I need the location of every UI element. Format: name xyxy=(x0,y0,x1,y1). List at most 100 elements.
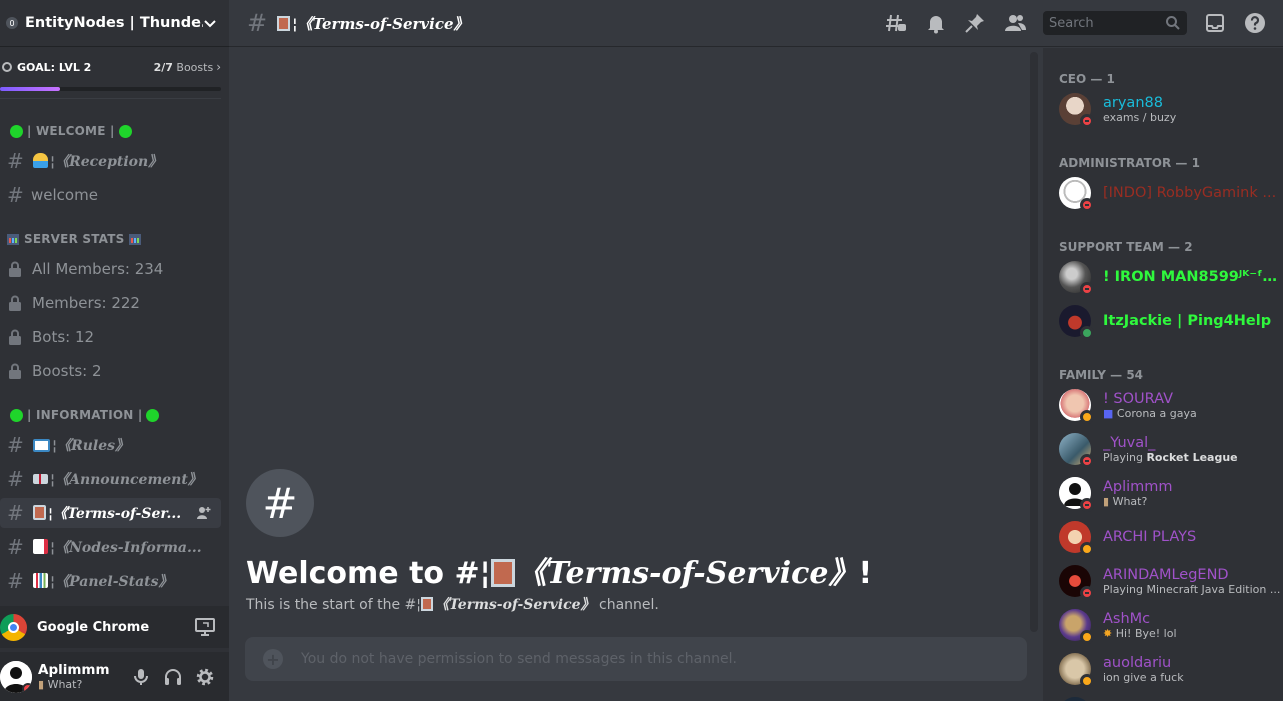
help-icon[interactable] xyxy=(1244,12,1266,34)
member-item[interactable]: aryan88 exams / buzy xyxy=(1059,89,1283,129)
channel-announcement[interactable]: # ¦《Announcement》 xyxy=(0,464,221,494)
page-emoji-icon xyxy=(33,539,48,554)
channel-panel-stats[interactable]: # ¦《Panel-Stats》 xyxy=(0,566,221,596)
category-server-stats[interactable]: SERVER STATS xyxy=(6,232,146,246)
channel-all-members[interactable]: All Members: 234 xyxy=(0,254,221,284)
lock-icon xyxy=(8,261,22,277)
green-circle-icon xyxy=(10,124,23,138)
search-input[interactable]: Search xyxy=(1043,11,1187,35)
channel-terms-of-service[interactable]: # ¦《Terms-of-Ser... xyxy=(0,498,221,528)
hash-icon: # xyxy=(7,501,24,525)
avatar xyxy=(1059,521,1094,556)
member-item[interactable]: [INDO] RobbyGamink ... xyxy=(1059,173,1283,213)
channel-sidebar: 0 EntityNodes | Thunde... GOAL: LVL 2 2/… xyxy=(0,0,229,701)
search-icon xyxy=(1166,16,1180,30)
idle-status-icon xyxy=(1080,542,1094,556)
avatar xyxy=(1059,565,1094,600)
idle-status-icon xyxy=(1080,410,1094,424)
chrome-icon xyxy=(0,613,27,641)
member-item[interactable]: AshMc ✸ Hi! Bye! lol xyxy=(1059,605,1283,645)
gear-icon[interactable] xyxy=(195,667,215,687)
member-item[interactable]: auoldariu ion give a fuck xyxy=(1059,649,1283,689)
avatar xyxy=(1059,177,1094,212)
member-item[interactable]: ! SOURAV ■ Corona a gaya xyxy=(1059,385,1283,425)
bar-chart-icon xyxy=(7,233,19,245)
avatar xyxy=(1059,477,1094,512)
server-header[interactable]: 0 EntityNodes | Thunde... xyxy=(0,0,229,47)
member-item[interactable]: Aplimmm ▮ What? xyxy=(1059,473,1283,513)
member-item[interactable]: ARCHI PLAYS xyxy=(1059,517,1283,557)
channel-boosts[interactable]: Boosts: 2 xyxy=(0,356,221,386)
microphone-icon[interactable] xyxy=(131,667,151,687)
headphones-icon[interactable] xyxy=(163,667,183,687)
pin-icon[interactable] xyxy=(964,12,986,34)
online-status-icon xyxy=(1080,326,1094,340)
scrollbar[interactable] xyxy=(1030,52,1038,632)
channel-welcome[interactable]: # welcome xyxy=(0,180,221,210)
hash-icon: # xyxy=(7,183,24,207)
screen-share-icon[interactable] xyxy=(195,618,215,636)
channel-members[interactable]: Members: 222 xyxy=(0,288,221,318)
member-item[interactable]: ! IRON MAN8599ᴶᴷ⁻ᶠⁿˣ⁷ xyxy=(1059,257,1283,297)
message-area: # Welcome to #¦ 《Terms-of-Service》! This … xyxy=(229,48,1043,701)
dnd-status-icon xyxy=(1080,586,1094,600)
clipboard-emoji-icon xyxy=(490,559,515,587)
bell-icon[interactable] xyxy=(925,12,947,34)
channel-header: # ¦《Terms-of-Service》 Search xyxy=(229,0,1283,47)
member-status: Playing Rocket League xyxy=(1103,450,1238,464)
hash-icon: # xyxy=(7,149,24,173)
boost-goal[interactable]: GOAL: LVL 2 2/7 Boosts › xyxy=(0,56,221,94)
member-name: ARINDAMLegEND xyxy=(1103,566,1229,583)
member-item[interactable]: ItzJackie | Ping4Help xyxy=(1059,301,1283,341)
clipboard-emoji-icon xyxy=(421,597,433,611)
lock-icon xyxy=(8,295,22,311)
channel-bots[interactable]: Bots: 12 xyxy=(0,322,221,352)
collision-icon: ✸ xyxy=(1103,626,1113,640)
inbox-icon[interactable] xyxy=(1204,12,1226,34)
dnd-status-icon xyxy=(22,682,32,693)
member-status: exams / buzy xyxy=(1103,110,1177,124)
avatar[interactable] xyxy=(0,660,32,693)
clipboard-emoji-icon xyxy=(277,15,291,31)
chevron-right-icon: › xyxy=(216,60,221,74)
member-name: _Yuval_ xyxy=(1103,434,1156,451)
channel-rules[interactable]: # ¦《Rules》 xyxy=(0,430,221,460)
boost-goal-label: GOAL: LVL 2 xyxy=(17,60,92,74)
message-composer[interactable]: + You do not have permission to send mes… xyxy=(245,637,1027,681)
username: Aplimmm xyxy=(38,662,110,678)
chevron-down-icon[interactable] xyxy=(203,16,217,30)
member-item[interactable]: ARINDAMLegEND Playing Minecraft Java Edit… xyxy=(1059,561,1283,601)
lock-icon xyxy=(8,363,22,379)
avatar xyxy=(1059,433,1094,468)
green-circle-icon xyxy=(146,408,160,422)
channel-reception[interactable]: # ¦《Reception》 xyxy=(0,146,221,176)
member-list: CEO — 1 aryan88 exams / buzy ADMINISTRATO… xyxy=(1043,48,1283,701)
member-name: ! SOURAV xyxy=(1103,390,1174,407)
avatar xyxy=(1059,697,1091,701)
channel-nodes-information[interactable]: # ¦《Nodes-Informa... xyxy=(0,532,221,562)
category-information[interactable]: | INFORMATION | xyxy=(6,408,163,422)
server-name: EntityNodes | Thunde... xyxy=(25,15,203,31)
member-name: ARCHI PLAYS xyxy=(1103,529,1197,545)
dnd-status-icon xyxy=(1080,114,1094,128)
member-status: Playing Minecraft Java Edition ... xyxy=(1103,582,1281,596)
threads-icon[interactable] xyxy=(885,12,907,34)
dnd-status-icon xyxy=(1080,282,1094,296)
lock-icon xyxy=(8,329,22,345)
member-name: AshMc xyxy=(1103,610,1151,627)
category-welcome[interactable]: | WELCOME | xyxy=(6,124,136,138)
role-header-administrator: ADMINISTRATOR — 1 xyxy=(1059,156,1200,170)
idle-status-icon xyxy=(1080,674,1094,688)
dnd-status-icon xyxy=(1080,198,1094,212)
member-status: ✸ Hi! Bye! lol xyxy=(1103,626,1177,640)
avatar xyxy=(1059,609,1094,644)
role-header-ceo: CEO — 1 xyxy=(1059,72,1115,86)
member-name: ! IRON MAN8599ᴶᴷ⁻ᶠⁿˣ⁷ xyxy=(1103,269,1281,285)
avatar xyxy=(1059,653,1094,688)
add-user-icon[interactable] xyxy=(197,506,211,520)
members-icon[interactable] xyxy=(1004,12,1026,34)
member-name: auoldariu xyxy=(1103,654,1172,671)
member-item[interactable] xyxy=(1059,693,1283,701)
boost-progress-fill xyxy=(0,87,60,91)
member-item[interactable]: _Yuval_ Playing Rocket League xyxy=(1059,429,1283,469)
